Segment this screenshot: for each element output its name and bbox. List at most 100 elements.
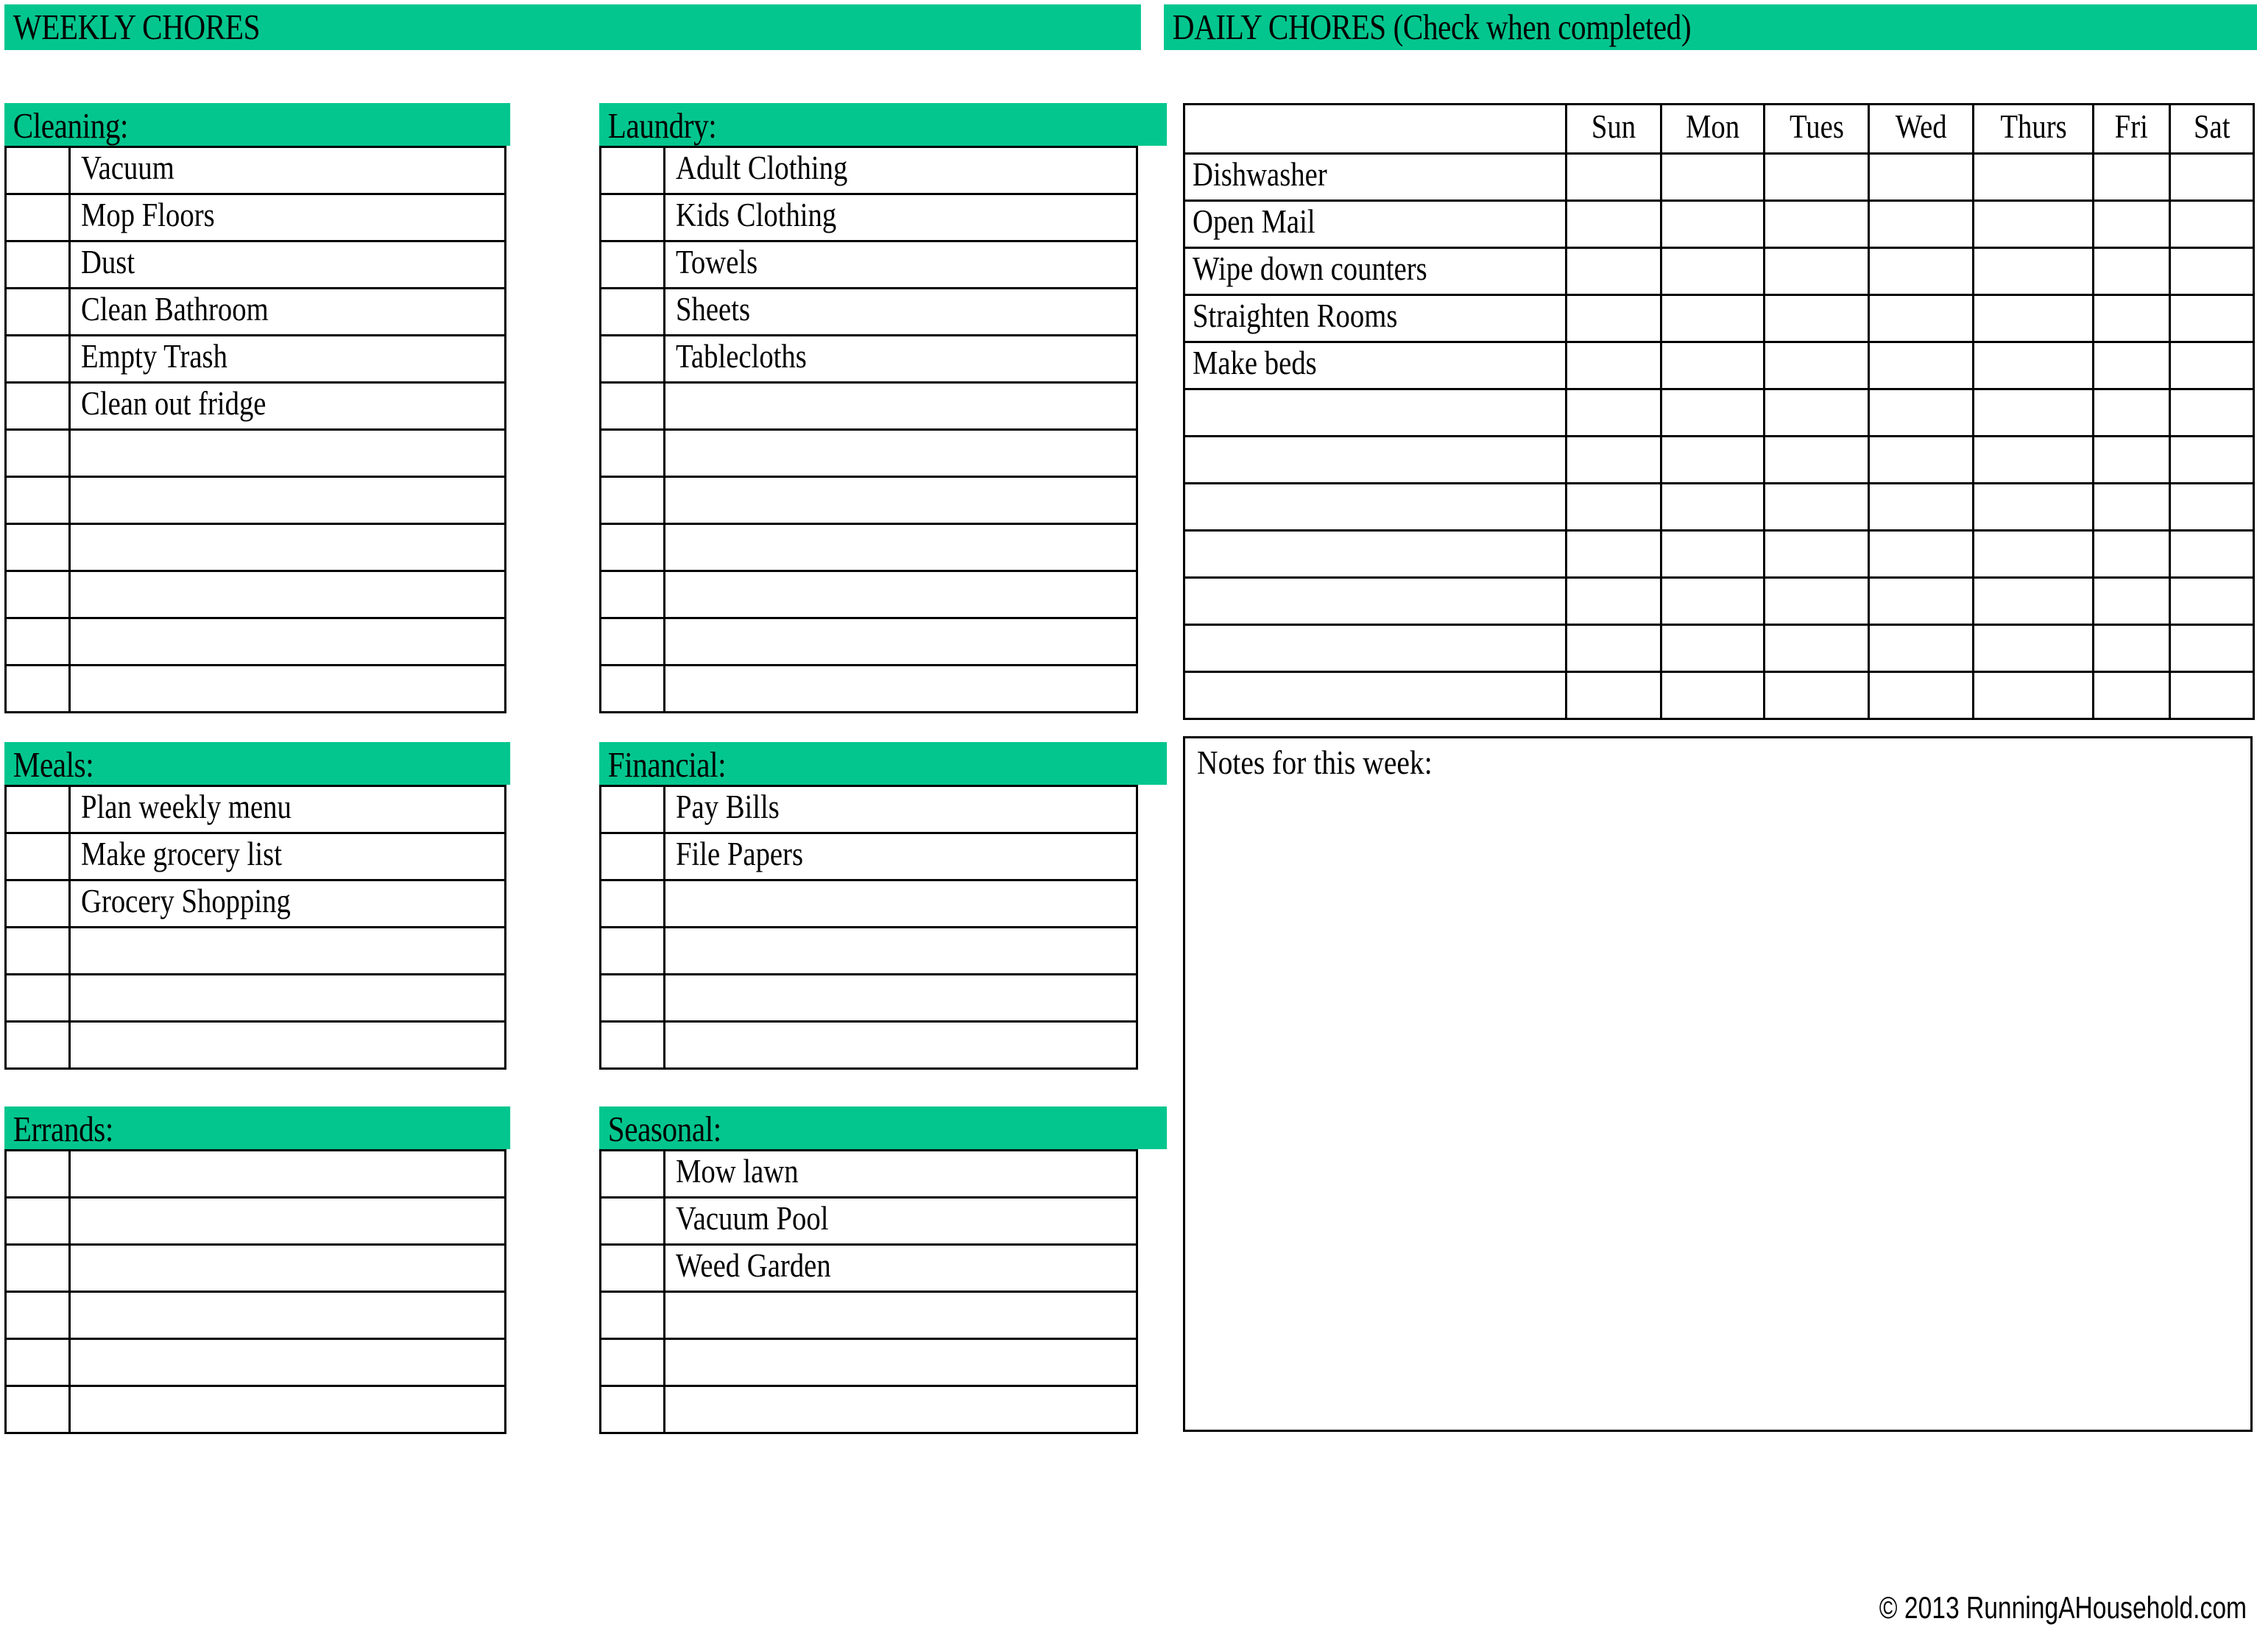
financial-task-0[interactable]: Pay Bills bbox=[663, 785, 1138, 834]
meals-checkbox-0[interactable] bbox=[4, 785, 71, 834]
laundry-checkbox-11[interactable] bbox=[599, 664, 665, 713]
errands-checkbox-4[interactable] bbox=[4, 1338, 71, 1387]
daily-check-4-tues[interactable] bbox=[1763, 341, 1870, 390]
laundry-task-9[interactable] bbox=[663, 570, 1138, 619]
daily-check-11-tues[interactable] bbox=[1763, 671, 1870, 720]
financial-checkbox-1[interactable] bbox=[599, 832, 665, 881]
daily-check-0-sun[interactable] bbox=[1565, 152, 1662, 202]
daily-check-10-thurs[interactable] bbox=[1972, 624, 2094, 673]
table-row[interactable] bbox=[599, 381, 1138, 431]
daily-check-3-thurs[interactable] bbox=[1972, 294, 2094, 343]
financial-task-4[interactable] bbox=[663, 973, 1138, 1023]
table-row[interactable]: Empty Trash bbox=[4, 334, 506, 384]
daily-check-1-tues[interactable] bbox=[1763, 200, 1870, 249]
daily-check-2-thurs[interactable] bbox=[1972, 247, 2094, 296]
daily-check-11-mon[interactable] bbox=[1660, 671, 1765, 720]
cleaning-task-7[interactable] bbox=[68, 476, 506, 525]
cleaning-task-11[interactable] bbox=[68, 664, 506, 713]
daily-task-9[interactable] bbox=[1183, 576, 1567, 626]
cleaning-task-9[interactable] bbox=[68, 570, 506, 619]
cleaning-checkbox-1[interactable] bbox=[4, 193, 71, 242]
cleaning-task-8[interactable] bbox=[68, 523, 506, 572]
daily-check-6-tues[interactable] bbox=[1763, 435, 1870, 484]
errands-task-5[interactable] bbox=[68, 1385, 506, 1434]
notes-box[interactable]: Notes for this week: bbox=[1183, 736, 2253, 1432]
daily-check-3-fri[interactable] bbox=[2092, 294, 2171, 343]
daily-check-0-thurs[interactable] bbox=[1972, 152, 2094, 202]
daily-task-7[interactable] bbox=[1183, 482, 1567, 532]
laundry-checkbox-2[interactable] bbox=[599, 240, 665, 289]
daily-check-2-wed[interactable] bbox=[1868, 247, 1974, 296]
daily-task-10[interactable] bbox=[1183, 624, 1567, 673]
table-row[interactable] bbox=[1183, 624, 2255, 673]
meals-checkbox-1[interactable] bbox=[4, 832, 71, 881]
laundry-checkbox-5[interactable] bbox=[599, 381, 665, 431]
daily-check-9-thurs[interactable] bbox=[1972, 576, 2094, 626]
daily-check-3-sat[interactable] bbox=[2169, 294, 2255, 343]
errands-checkbox-5[interactable] bbox=[4, 1385, 71, 1434]
laundry-task-8[interactable] bbox=[663, 523, 1138, 572]
daily-task-1[interactable]: Open Mail bbox=[1183, 200, 1567, 249]
laundry-task-4[interactable]: Tablecloths bbox=[663, 334, 1138, 384]
table-row[interactable]: Sheets bbox=[599, 287, 1138, 336]
daily-check-10-sat[interactable] bbox=[2169, 624, 2255, 673]
daily-check-7-fri[interactable] bbox=[2092, 482, 2171, 532]
table-row[interactable] bbox=[4, 1385, 506, 1434]
table-row[interactable]: Clean out fridge bbox=[4, 381, 506, 431]
cleaning-checkbox-4[interactable] bbox=[4, 334, 71, 384]
table-row[interactable] bbox=[1183, 435, 2255, 484]
table-row[interactable] bbox=[4, 1291, 506, 1340]
daily-check-4-thurs[interactable] bbox=[1972, 341, 2094, 390]
daily-check-3-mon[interactable] bbox=[1660, 294, 1765, 343]
cleaning-task-4[interactable]: Empty Trash bbox=[68, 334, 506, 384]
seasonal-task-5[interactable] bbox=[663, 1385, 1138, 1434]
meals-task-1[interactable]: Make grocery list bbox=[68, 832, 506, 881]
table-row[interactable] bbox=[599, 617, 1138, 666]
table-row[interactable]: Straighten Rooms bbox=[1183, 294, 2255, 343]
daily-task-0[interactable]: Dishwasher bbox=[1183, 152, 1567, 202]
table-row[interactable]: Vacuum Pool bbox=[599, 1196, 1138, 1246]
daily-check-5-sun[interactable] bbox=[1565, 388, 1662, 437]
meals-task-5[interactable] bbox=[68, 1020, 506, 1070]
daily-check-6-mon[interactable] bbox=[1660, 435, 1765, 484]
daily-check-6-thurs[interactable] bbox=[1972, 435, 2094, 484]
table-row[interactable] bbox=[599, 879, 1138, 928]
cleaning-task-6[interactable] bbox=[68, 428, 506, 478]
daily-check-5-tues[interactable] bbox=[1763, 388, 1870, 437]
laundry-checkbox-9[interactable] bbox=[599, 570, 665, 619]
daily-check-2-sat[interactable] bbox=[2169, 247, 2255, 296]
table-row[interactable]: Open Mail bbox=[1183, 200, 2255, 249]
daily-check-2-tues[interactable] bbox=[1763, 247, 1870, 296]
daily-check-4-sat[interactable] bbox=[2169, 341, 2255, 390]
daily-check-1-mon[interactable] bbox=[1660, 200, 1765, 249]
cleaning-task-5[interactable]: Clean out fridge bbox=[68, 381, 506, 431]
table-row[interactable]: Mop Floors bbox=[4, 193, 506, 242]
daily-check-11-wed[interactable] bbox=[1868, 671, 1974, 720]
daily-check-7-mon[interactable] bbox=[1660, 482, 1765, 532]
seasonal-task-4[interactable] bbox=[663, 1338, 1138, 1387]
meals-task-3[interactable] bbox=[68, 926, 506, 975]
errands-checkbox-2[interactable] bbox=[4, 1243, 71, 1293]
daily-task-3[interactable]: Straighten Rooms bbox=[1183, 294, 1567, 343]
daily-check-0-fri[interactable] bbox=[2092, 152, 2171, 202]
meals-checkbox-3[interactable] bbox=[4, 926, 71, 975]
errands-task-2[interactable] bbox=[68, 1243, 506, 1293]
errands-checkbox-0[interactable] bbox=[4, 1149, 71, 1199]
financial-checkbox-3[interactable] bbox=[599, 926, 665, 975]
financial-task-2[interactable] bbox=[663, 879, 1138, 928]
table-row[interactable] bbox=[4, 1149, 506, 1199]
daily-check-7-tues[interactable] bbox=[1763, 482, 1870, 532]
meals-task-2[interactable]: Grocery Shopping bbox=[68, 879, 506, 928]
table-row[interactable] bbox=[4, 428, 506, 478]
table-row[interactable] bbox=[599, 664, 1138, 713]
daily-check-9-tues[interactable] bbox=[1763, 576, 1870, 626]
table-row[interactable] bbox=[4, 570, 506, 619]
laundry-checkbox-3[interactable] bbox=[599, 287, 665, 336]
cleaning-checkbox-10[interactable] bbox=[4, 617, 71, 666]
daily-check-4-fri[interactable] bbox=[2092, 341, 2171, 390]
daily-check-10-sun[interactable] bbox=[1565, 624, 1662, 673]
meals-task-0[interactable]: Plan weekly menu bbox=[68, 785, 506, 834]
table-row[interactable] bbox=[1183, 576, 2255, 626]
daily-check-5-mon[interactable] bbox=[1660, 388, 1765, 437]
daily-check-1-thurs[interactable] bbox=[1972, 200, 2094, 249]
